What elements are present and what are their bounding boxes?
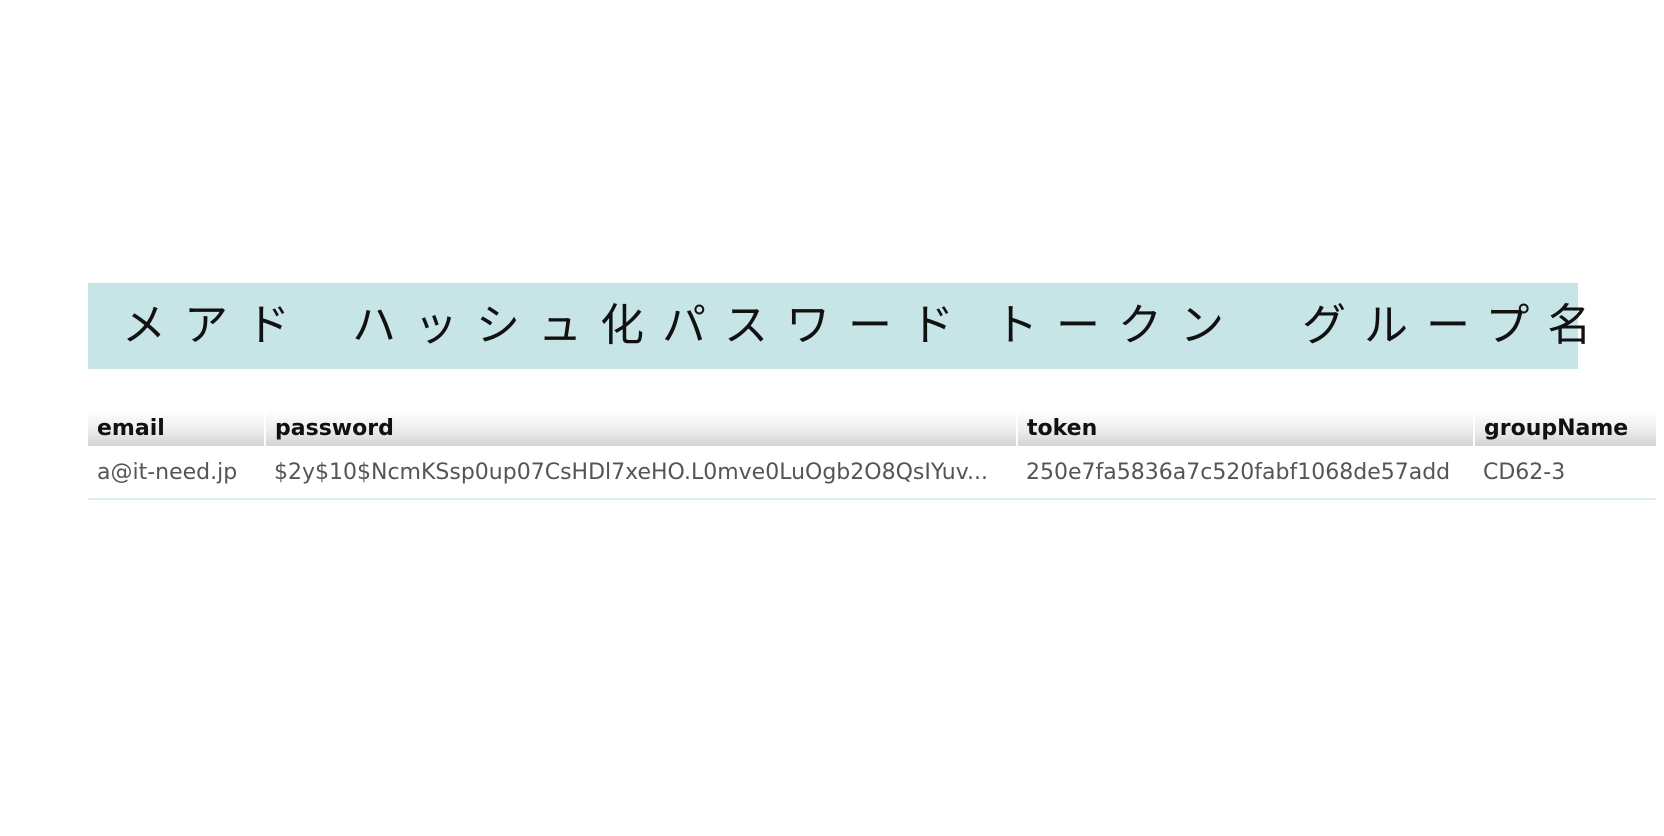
token-jp-label: トークン bbox=[994, 300, 1242, 351]
group-jp-label: グループ名 bbox=[1302, 300, 1610, 351]
column-header-token[interactable]: token bbox=[1017, 410, 1475, 446]
email-jp-label: メアド bbox=[122, 300, 308, 351]
cell-groupname: CD62-3 bbox=[1474, 446, 1656, 500]
cell-password: $2y$10$NcmKSsp0up07CsHDl7xeHO.L0mve0LuOg… bbox=[265, 446, 1017, 500]
users-table: email password token groupName a@it-need… bbox=[88, 410, 1656, 500]
password-jp-label: ハッシュ化パスワード bbox=[352, 300, 972, 351]
japanese-column-labels-banner: メアド ハッシュ化パスワード トークン グループ名 bbox=[88, 283, 1591, 369]
column-header-groupname[interactable]: groupName bbox=[1474, 410, 1656, 446]
cell-token: 250e7fa5836a7c520fabf1068de57add bbox=[1017, 446, 1474, 500]
column-header-password[interactable]: password bbox=[265, 410, 1018, 446]
cell-email: a@it-need.jp bbox=[88, 446, 265, 500]
table-header-row: email password token groupName bbox=[88, 410, 1656, 446]
column-header-email[interactable]: email bbox=[88, 410, 266, 446]
table-row[interactable]: a@it-need.jp $2y$10$NcmKSsp0up07CsHDl7xe… bbox=[88, 446, 1656, 500]
users-table-container: email password token groupName a@it-need… bbox=[88, 410, 1656, 500]
